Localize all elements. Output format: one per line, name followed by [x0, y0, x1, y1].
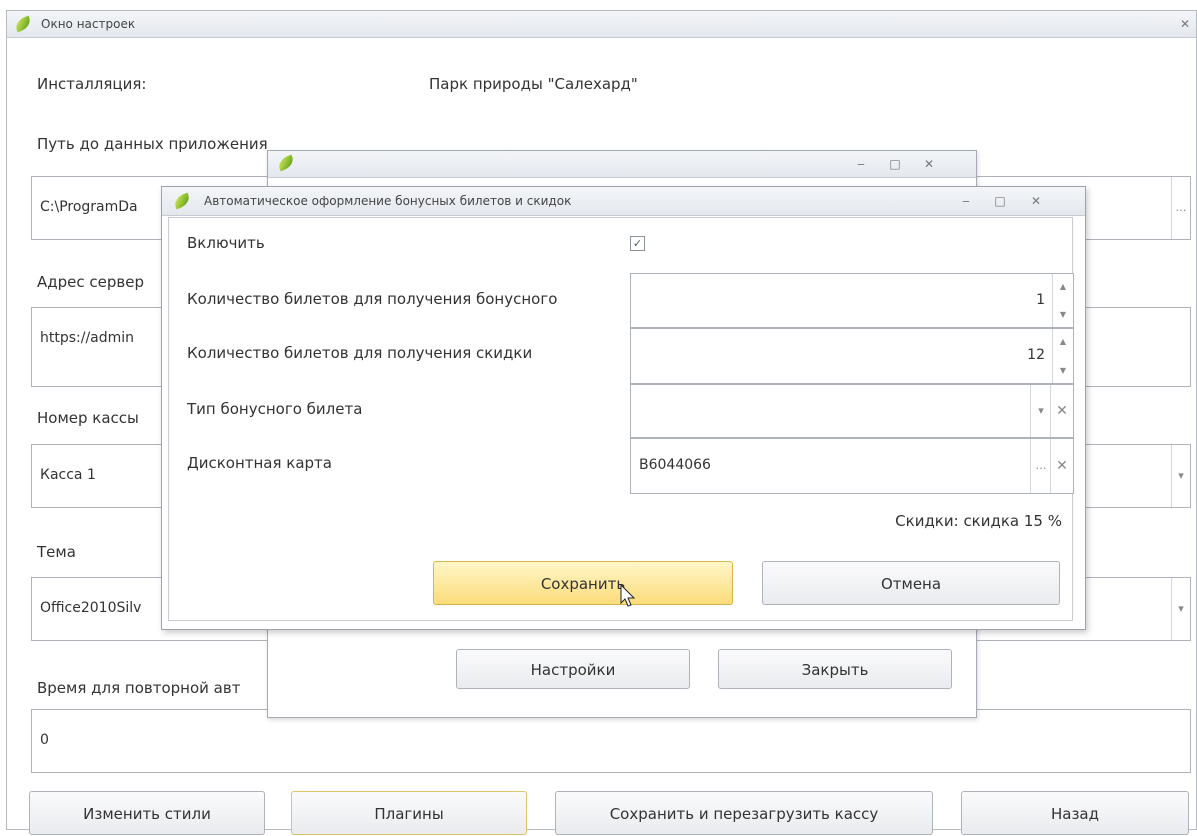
maximize-icon[interactable]: □ — [886, 151, 904, 177]
close-icon[interactable]: ✕ — [1176, 11, 1194, 37]
leaf-icon — [172, 192, 192, 210]
server-label: Адрес сервер — [37, 273, 144, 291]
close-icon[interactable]: ✕ — [920, 151, 938, 177]
path-label: Путь до данных приложения — [37, 135, 268, 153]
maximize-icon[interactable]: □ — [991, 187, 1009, 215]
settings-title: Окно настроек — [41, 17, 136, 31]
retry-value: 0 — [40, 732, 49, 748]
plugins-titlebar: ‒ □ ✕ — [268, 151, 976, 178]
theme-value: Office2010Silv — [40, 600, 142, 616]
bonus-dialog-title: Автоматическое оформление бонусных билет… — [204, 194, 572, 208]
discount-count-input[interactable]: 12 ▲ ▼ — [630, 328, 1074, 384]
clear-icon[interactable]: ✕ — [1050, 439, 1073, 493]
ellipsis-icon[interactable]: … — [1030, 439, 1051, 493]
bonus-dialog-body: Включить ✓ Количество билетов для получе… — [168, 217, 1074, 621]
server-value: https://admin — [40, 330, 135, 346]
register-label: Номер кассы — [37, 409, 139, 427]
installation-label: Инсталляция: — [37, 75, 147, 93]
register-value: Касса 1 — [40, 467, 96, 483]
card-label: Дисконтная карта — [187, 454, 332, 472]
installation-value: Парк природы "Салехард" — [429, 75, 638, 93]
bonus-count-value: 1 — [1036, 292, 1045, 308]
spin-arrows-icon[interactable]: ▲ ▼ — [1052, 329, 1073, 383]
enable-label: Включить — [187, 234, 265, 252]
enable-checkbox[interactable]: ✓ — [630, 236, 645, 251]
chevron-down-icon[interactable]: ▾ — [1171, 578, 1190, 640]
change-styles-button[interactable]: Изменить стили — [29, 791, 265, 835]
back-button[interactable]: Назад — [961, 791, 1189, 835]
bonus-count-label: Количество билетов для получения бонусно… — [187, 290, 558, 308]
retry-field[interactable]: 0 — [31, 709, 1191, 773]
plugin-close-button[interactable]: Закрыть — [718, 649, 952, 689]
bonus-dialog-titlebar: Автоматическое оформление бонусных билет… — [162, 187, 1085, 216]
plugin-settings-button[interactable]: Настройки — [456, 649, 690, 689]
leaf-icon — [13, 15, 33, 33]
discount-count-label: Количество билетов для получения скидки — [187, 344, 533, 362]
clear-icon[interactable]: ✕ — [1050, 385, 1073, 437]
path-value: C:\ProgramDa — [40, 199, 138, 215]
theme-label: Тема — [37, 543, 76, 561]
mouse-cursor-icon — [620, 584, 636, 607]
chevron-down-icon[interactable]: ▾ — [1171, 445, 1190, 507]
plugins-button[interactable]: Плагины — [291, 791, 527, 835]
ellipsis-icon[interactable]: … — [1171, 177, 1190, 239]
minimize-icon[interactable]: ‒ — [852, 151, 870, 177]
close-icon[interactable]: ✕ — [1027, 187, 1045, 215]
top-strip — [0, 0, 1197, 10]
chevron-down-icon[interactable]: ▾ — [1030, 385, 1051, 437]
ticket-type-label: Тип бонусного билета — [187, 400, 363, 418]
discount-info: Скидки: скидка 15 % — [895, 512, 1062, 530]
settings-titlebar: Окно настроек ✕ — [7, 11, 1196, 38]
discount-count-value: 12 — [1027, 347, 1045, 363]
leaf-icon — [276, 154, 296, 172]
save-button[interactable]: Сохранить — [433, 561, 733, 605]
retry-label: Время для повторной авт — [37, 679, 241, 697]
spin-arrows-icon[interactable]: ▲ ▼ — [1052, 274, 1073, 327]
cancel-button[interactable]: Отмена — [762, 561, 1060, 605]
save-restart-button[interactable]: Сохранить и перезагрузить кассу — [555, 791, 933, 835]
card-value: B6044066 — [639, 457, 711, 473]
card-input[interactable]: B6044066 … ✕ — [630, 438, 1074, 494]
ticket-type-select[interactable]: ▾ ✕ — [630, 384, 1074, 438]
bonus-count-input[interactable]: 1 ▲ ▼ — [630, 273, 1074, 328]
minimize-icon[interactable]: ‒ — [957, 187, 975, 215]
bonus-dialog: Автоматическое оформление бонусных билет… — [161, 186, 1086, 630]
